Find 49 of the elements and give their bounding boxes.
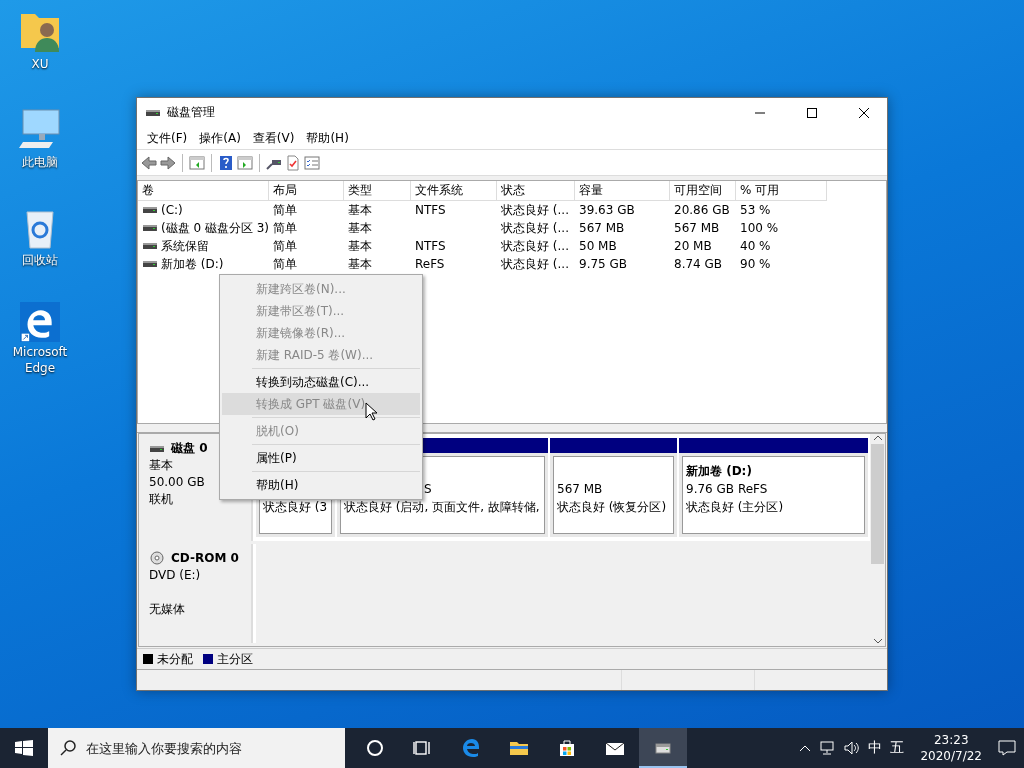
table-cell: 567 MB (579, 221, 625, 235)
table-cell: 50 MB (579, 239, 617, 253)
disk-info: DVD (E:) (149, 566, 202, 584)
table-cell: 简单 (273, 202, 297, 217)
table-cell: 简单 (273, 238, 297, 253)
table-cell: 状态良好 (... (501, 202, 569, 217)
table-cell: 状态良好 (... (501, 256, 569, 271)
partition-text: 状态良好 (启动, 页面文件, 故障转储, (344, 500, 540, 514)
table-cell: NTFS (415, 239, 446, 253)
partition-text: 新加卷 (D:) (686, 464, 752, 478)
partition-text: 567 MB (557, 482, 603, 496)
partition-text: 状态良好 (主分区) (686, 500, 784, 514)
disk-name: CD-ROM 0 (171, 549, 239, 567)
legend-label: 主分区 (217, 650, 253, 668)
table-cell: 基本 (348, 256, 372, 271)
partition-text: 状态良好 (3 (263, 500, 328, 514)
table-cell: 基本 (348, 220, 372, 235)
table-cell: 简单 (273, 256, 297, 271)
partition-text: 9.76 GB ReFS (686, 482, 768, 496)
disk-info: 联机 (149, 491, 174, 508)
table-cell: 新加卷 (D:) (161, 255, 224, 273)
table-cell: 简单 (273, 220, 297, 235)
table-cell: 状态良好 (... (501, 220, 569, 235)
table-cell: 8.74 GB (674, 257, 723, 271)
table-cell: 39.63 GB (579, 203, 635, 217)
table-cell: 20.86 GB (674, 203, 730, 217)
disk-info: 50.00 GB (149, 474, 206, 491)
partition-text: 状态良好 (恢复分区) (557, 500, 667, 514)
partition-text: S (424, 482, 432, 496)
table-cell: 系统保留 (161, 237, 209, 255)
table-cell: NTFS (415, 203, 446, 217)
table-cell: (磁盘 0 磁盘分区 3) (160, 219, 269, 237)
table-cell: 100 % (740, 221, 779, 235)
window-title: 磁盘管理 (167, 104, 216, 121)
table-cell: 基本 (348, 202, 372, 217)
table-cell: 基本 (348, 238, 372, 253)
disk-name: 磁盘 0 (171, 440, 208, 457)
disk-info: 无媒体 (149, 600, 186, 618)
table-cell: 状态良好 (... (501, 238, 569, 253)
table-cell: 40 % (740, 239, 771, 253)
table-cell: 567 MB (674, 221, 720, 235)
legend-label: 未分配 (157, 650, 193, 668)
table-cell: 90 % (740, 257, 771, 271)
table-cell: ReFS (415, 257, 445, 271)
disk-info: 基本 (149, 457, 174, 474)
table-cell: 53 % (740, 203, 771, 217)
table-cell: 20 MB (674, 239, 712, 253)
table-cell: 9.75 GB (579, 257, 628, 271)
table-cell: (C:) (161, 203, 183, 217)
